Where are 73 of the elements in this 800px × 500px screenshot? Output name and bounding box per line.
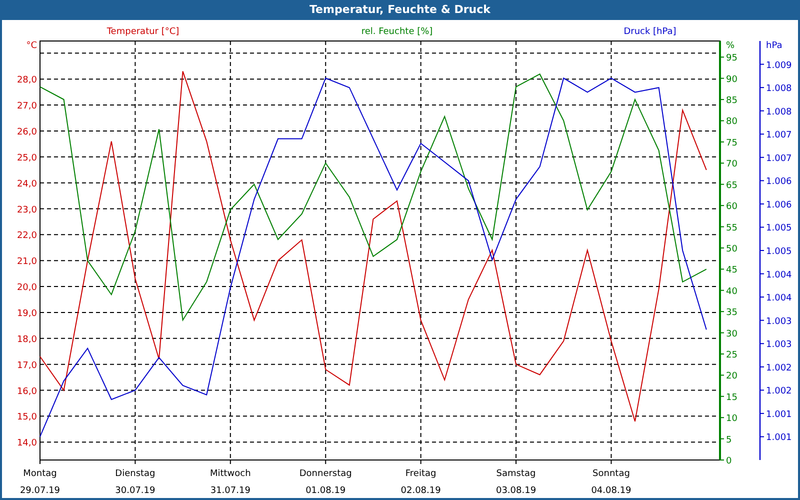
axis-label: 1.007 — [766, 154, 792, 164]
axis-label: 45 — [726, 266, 738, 276]
axis-label: 15,0 — [16, 412, 37, 423]
axis-label: 75 — [726, 138, 738, 148]
axis-label: 14,0 — [16, 438, 37, 449]
axis-label: 1.008 — [766, 107, 792, 118]
date-label: 30.07.19 — [115, 486, 156, 496]
axis-label: 50 — [726, 244, 738, 254]
date-label: 29.07.19 — [20, 486, 60, 496]
axis-label: 1.005 — [766, 247, 792, 257]
axis-label: 28,0 — [16, 76, 37, 86]
axis-label: 95 — [726, 54, 738, 64]
day-label: Samstag — [496, 469, 536, 479]
axis-label: 18,0 — [16, 334, 37, 345]
axis-label: 1.003 — [766, 316, 792, 327]
axis-label: 65 — [726, 180, 738, 191]
axis-label: 1.007 — [766, 130, 792, 141]
chart-title: rel. Feuchte [%] — [361, 27, 433, 37]
axis-label: 35 — [726, 308, 738, 318]
axis-label: 1.009 — [766, 60, 792, 71]
axis-label: 20,0 — [16, 283, 37, 294]
day-label: Donnerstag — [299, 469, 352, 479]
axis-label: 19,0 — [16, 308, 37, 319]
day-label: Dienstag — [115, 469, 156, 479]
axis-label: 24,0 — [16, 179, 37, 190]
axis-label: 1.003 — [766, 340, 792, 350]
axis-label: 60 — [726, 202, 738, 212]
date-label: 02.08.19 — [400, 486, 441, 496]
axis-label: 10 — [726, 414, 738, 424]
axis-label: 55 — [726, 223, 738, 234]
axis-label: 15 — [726, 392, 738, 403]
date-label: 01.08.19 — [306, 486, 346, 496]
axis-label: 40 — [726, 286, 738, 297]
axis-unit: °C — [26, 41, 37, 51]
axis-label: 1.005 — [766, 224, 792, 234]
date-label: 04.08.19 — [591, 486, 632, 496]
axis-label: 22,0 — [16, 231, 37, 242]
axis-unit: hPa — [766, 41, 782, 51]
axis-label: 17,0 — [16, 360, 37, 371]
day-label: Mittwoch — [210, 469, 251, 479]
axis-label: 1.008 — [766, 84, 792, 94]
axis-label: 1.006 — [766, 200, 792, 210]
axis-label: 0 — [726, 456, 732, 466]
day-label: Sonntag — [592, 469, 630, 479]
axis-label: 21,0 — [16, 257, 37, 268]
axis-label: 26,0 — [16, 127, 37, 138]
chart-title: Temperatur [°C] — [106, 27, 180, 37]
axis-label: 5 — [726, 435, 732, 446]
axis-label: 1.001 — [766, 433, 792, 444]
axis-label: 30 — [726, 329, 738, 340]
axis-label: 27,0 — [16, 102, 37, 112]
date-label: 31.07.19 — [210, 486, 250, 496]
axis-label: 1.004 — [766, 294, 792, 304]
axis-label: 16,0 — [16, 386, 37, 397]
chart-title: Druck [hPa] — [624, 27, 676, 37]
date-label: 03.08.19 — [496, 486, 536, 496]
axis-label: 1.002 — [766, 363, 792, 374]
window-title: Temperatur, Feuchte & Druck — [2, 0, 798, 20]
day-label: Freitag — [405, 469, 436, 479]
axis-label: 1.001 — [766, 410, 792, 420]
axis-label: 90 — [726, 74, 738, 85]
day-label: Montag — [23, 469, 57, 479]
axis-label: 85 — [726, 96, 738, 106]
axis-label: 1.004 — [766, 270, 792, 280]
axis-unit: % — [726, 41, 735, 51]
axis-label: 70 — [726, 160, 738, 170]
axis-label: 25 — [726, 350, 738, 360]
axis-label: 23,0 — [16, 205, 37, 216]
axis-label: 1.006 — [766, 177, 792, 188]
axis-label: 25,0 — [16, 153, 37, 164]
axis-label: 1.002 — [766, 386, 792, 397]
axis-label: 20 — [726, 372, 738, 382]
axis-label: 80 — [726, 117, 738, 128]
